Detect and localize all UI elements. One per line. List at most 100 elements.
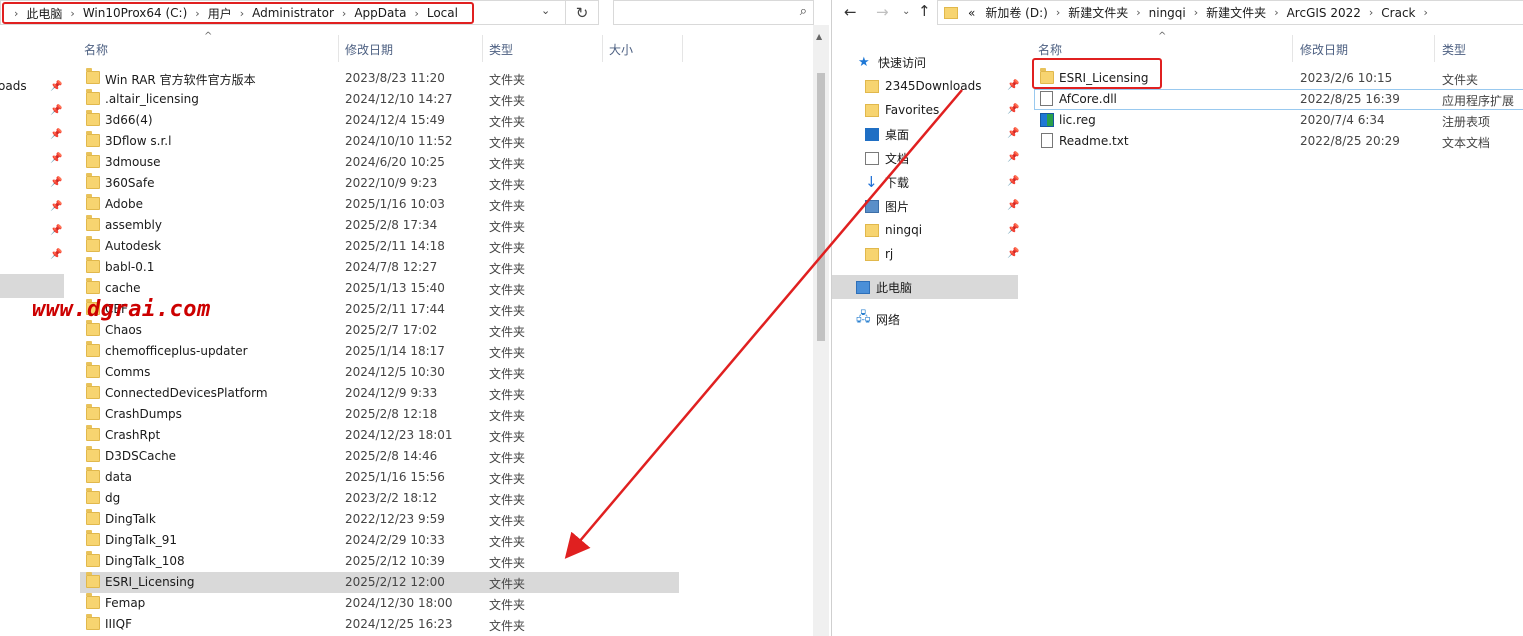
scrollbar-thumb[interactable]	[817, 73, 825, 341]
up-arrow-icon[interactable]: ↑	[918, 2, 931, 20]
breadcrumb-item[interactable]: AppData	[352, 6, 408, 20]
folder-icon	[86, 68, 100, 84]
breadcrumb-item[interactable]: ningqi	[1147, 6, 1188, 20]
list-item[interactable]: Win RAR 官方软件官方版本 2023/8/23 11:20 文件夹	[80, 68, 679, 89]
column-header-date[interactable]: 修改日期	[1300, 41, 1348, 58]
column-header-name[interactable]: 名称	[84, 41, 108, 58]
column-divider[interactable]	[682, 35, 683, 62]
list-item[interactable]: CrashRpt 2024/12/23 18:01 文件夹	[80, 425, 679, 446]
list-item[interactable]: dg 2023/2/2 18:12 文件夹	[80, 488, 679, 509]
nav-item-pictures[interactable]: 图片	[865, 194, 909, 218]
list-item[interactable]: Comms 2024/12/5 10:30 文件夹	[80, 362, 679, 383]
scroll-up-icon[interactable]: ▲	[816, 32, 822, 41]
folder-icon	[86, 530, 100, 546]
list-item[interactable]: DingTalk_91 2024/2/29 10:33 文件夹	[80, 530, 679, 551]
file-name: .altair_licensing	[105, 92, 199, 106]
list-item[interactable]: data 2025/1/16 15:56 文件夹	[80, 467, 679, 488]
refresh-button[interactable]: ↻	[566, 0, 599, 25]
left-search-input[interactable]: ⌕	[613, 0, 814, 25]
folder-icon	[86, 425, 100, 441]
list-item[interactable]: Readme.txt 2022/8/25 20:29 文本文档	[1034, 131, 1523, 152]
breadcrumb-item[interactable]: 用户	[206, 5, 234, 22]
column-header-size[interactable]: 大小	[609, 41, 633, 58]
list-item[interactable]: ConnectedDevicesPlatform 2024/12/9 9:33 文件…	[80, 383, 679, 404]
file-name: DingTalk_91	[105, 533, 178, 547]
folder-icon	[86, 614, 100, 630]
list-item[interactable]: assembly 2025/2/8 17:34 文件夹	[80, 215, 679, 236]
chevron-down-icon[interactable]: ⌄	[541, 4, 550, 17]
esri-licensing-highlight-box	[1032, 58, 1162, 89]
list-item[interactable]: CrashDumps 2025/2/8 12:18 文件夹	[80, 404, 679, 425]
column-header-type[interactable]: 类型	[1442, 41, 1466, 58]
column-divider[interactable]	[1292, 35, 1293, 62]
nav-item-downloads-fragment[interactable]: oads	[0, 79, 27, 93]
list-item[interactable]: babl-0.1 2024/7/8 12:27 文件夹	[80, 257, 679, 278]
list-item[interactable]: 360Safe 2022/10/9 9:23 文件夹	[80, 173, 679, 194]
list-item[interactable]: lic.reg 2020/7/4 6:34 注册表项	[1034, 110, 1523, 131]
breadcrumb-item[interactable]: Local	[425, 6, 460, 20]
left-address-highlight: › 此电脑 › Win10Prox64 (C:) › 用户 › Administ…	[2, 2, 474, 24]
breadcrumb-item[interactable]: Administrator	[250, 6, 336, 20]
file-name: Autodesk	[105, 239, 162, 253]
list-item[interactable]: .altair_licensing 2024/12/10 14:27 文件夹	[80, 89, 679, 110]
file-name: DingTalk	[105, 512, 156, 526]
column-header-name[interactable]: 名称	[1038, 41, 1062, 58]
list-item[interactable]: cache 2025/1/13 15:40 文件夹	[80, 278, 679, 299]
file-date: 2025/2/12 12:00	[345, 575, 445, 589]
list-item[interactable]: IIIQF 2024/12/25 16:23 文件夹	[80, 614, 679, 635]
file-name: IIIQF	[105, 617, 132, 631]
nav-item-desktop[interactable]: 桌面	[865, 122, 909, 146]
breadcrumb-item[interactable]: 新加卷 (D:)	[983, 4, 1049, 21]
list-item[interactable]: D3DSCache 2025/2/8 14:46 文件夹	[80, 446, 679, 467]
file-date: 2024/7/8 12:27	[345, 260, 438, 274]
file-type: 文件夹	[489, 619, 526, 633]
list-item[interactable]: 3dmouse 2024/6/20 10:25 文件夹	[80, 152, 679, 173]
list-item[interactable]: AfCore.dll 2022/8/25 16:39 应用程序扩展	[1034, 89, 1523, 110]
nav-item-selected[interactable]	[0, 274, 64, 298]
column-header-date[interactable]: 修改日期	[345, 41, 393, 58]
left-scrollbar[interactable]: ▲	[813, 25, 829, 636]
list-item[interactable]: ESRI_Licensing 2025/2/12 12:00 文件夹	[80, 572, 679, 593]
list-item[interactable]: Chaos 2025/2/7 17:02 文件夹	[80, 320, 679, 341]
folder-icon	[86, 89, 100, 105]
folder-icon	[86, 362, 100, 378]
list-item[interactable]: 3Dflow s.r.l 2024/10/10 11:52 文件夹	[80, 131, 679, 152]
nav-item-2345downloads[interactable]: 2345Downloads	[865, 74, 981, 98]
nav-item-ningqi[interactable]: ningqi	[865, 218, 922, 242]
list-item[interactable]: DingTalk 2022/12/23 9:59 文件夹	[80, 509, 679, 530]
breadcrumb-overflow[interactable]: «	[966, 6, 977, 20]
column-divider[interactable]	[482, 35, 483, 62]
back-arrow-icon[interactable]: ←	[844, 3, 857, 21]
nav-item-favorites[interactable]: Favorites	[865, 98, 939, 122]
column-divider[interactable]	[1434, 35, 1435, 62]
breadcrumb-item[interactable]: 新建文件夹	[1204, 4, 1268, 21]
nav-item-quick-access[interactable]: ★ 快速访问	[858, 50, 926, 74]
list-item[interactable]: chemofficeplus-updater 2025/1/14 18:17 文件夹	[80, 341, 679, 362]
forward-arrow-icon[interactable]: →	[876, 3, 889, 21]
column-divider[interactable]	[602, 35, 603, 62]
nav-item-label: 文档	[885, 151, 910, 166]
chevron-down-icon[interactable]: ⌄	[902, 6, 910, 17]
list-item[interactable]: Femap 2024/12/30 18:00 文件夹	[80, 593, 679, 614]
folder-icon	[86, 257, 100, 273]
pin-icon: 📌	[1007, 152, 1020, 163]
nav-item-documents[interactable]: 文档	[865, 146, 909, 170]
column-divider[interactable]	[338, 35, 339, 62]
nav-item-this-pc[interactable]: 此电脑	[856, 275, 912, 299]
left-address-bar[interactable]: › 此电脑 › Win10Prox64 (C:) › 用户 › Administ…	[0, 0, 566, 25]
right-address-bar[interactable]: « 新加卷 (D:) › 新建文件夹 › ningqi › 新建文件夹 › Ar…	[937, 0, 1523, 25]
list-item[interactable]: 3d66(4) 2024/12/4 15:49 文件夹	[80, 110, 679, 131]
nav-item-network[interactable]: 🖧 网络	[856, 307, 900, 331]
breadcrumb-item[interactable]: 此电脑	[24, 5, 64, 22]
list-item[interactable]: DingTalk_108 2025/2/12 10:39 文件夹	[80, 551, 679, 572]
list-item[interactable]: Adobe 2025/1/16 10:03 文件夹	[80, 194, 679, 215]
chevron-right-icon: ›	[1274, 6, 1279, 19]
nav-item-downloads[interactable]: ↓ 下载	[865, 170, 909, 194]
column-header-type[interactable]: 类型	[489, 41, 513, 58]
nav-item-rj[interactable]: rj	[865, 242, 893, 266]
breadcrumb-item[interactable]: Win10Prox64 (C:)	[81, 6, 189, 20]
breadcrumb-item[interactable]: ArcGIS 2022	[1285, 6, 1363, 20]
breadcrumb-item[interactable]: 新建文件夹	[1066, 4, 1130, 21]
list-item[interactable]: Autodesk 2025/2/11 14:18 文件夹	[80, 236, 679, 257]
breadcrumb-item[interactable]: Crack	[1379, 6, 1417, 20]
